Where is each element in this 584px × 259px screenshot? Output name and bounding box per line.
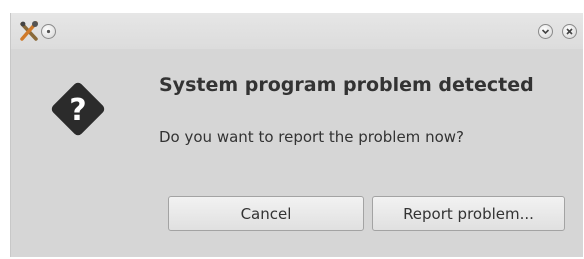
- dialog-message: Do you want to report the problem now?: [159, 128, 464, 146]
- error-report-dialog: ? System program problem detected Do you…: [10, 13, 583, 257]
- minimize-button[interactable]: [538, 24, 553, 39]
- svg-text:?: ?: [69, 93, 86, 128]
- chevron-down-icon: [541, 29, 550, 35]
- cancel-button[interactable]: Cancel: [168, 196, 364, 231]
- title-bar[interactable]: [11, 13, 583, 49]
- dot-icon: [46, 29, 51, 34]
- close-icon: [566, 28, 573, 35]
- sticky-button[interactable]: [41, 24, 56, 39]
- report-problem-button[interactable]: Report problem...: [372, 196, 565, 231]
- question-icon: ?: [51, 82, 105, 136]
- dialog-title: System program problem detected: [159, 74, 534, 96]
- tools-icon[interactable]: [18, 20, 40, 42]
- close-button[interactable]: [562, 24, 577, 39]
